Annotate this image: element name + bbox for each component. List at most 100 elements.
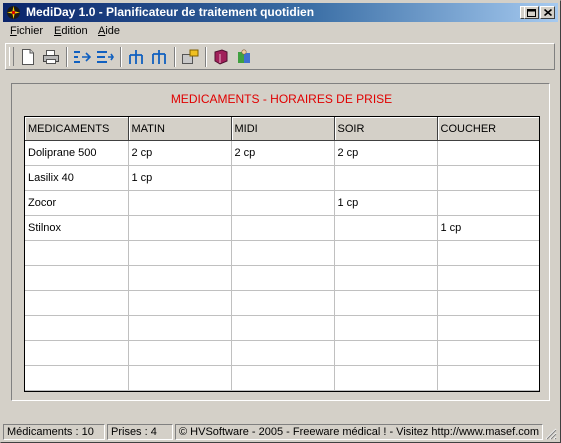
book-button[interactable] bbox=[211, 47, 231, 67]
menu-aide[interactable]: Aide bbox=[98, 25, 120, 37]
schema-up-button[interactable] bbox=[149, 47, 169, 67]
table-cell-soir[interactable] bbox=[334, 165, 438, 191]
table-cell-soir[interactable] bbox=[334, 340, 438, 366]
toolbar-grip[interactable] bbox=[9, 47, 14, 66]
table-cell-midi[interactable] bbox=[231, 190, 335, 216]
table-cell-midi[interactable] bbox=[231, 365, 335, 391]
table-cell-coucher[interactable] bbox=[437, 365, 539, 391]
table-cell-soir[interactable] bbox=[334, 365, 438, 391]
close-button[interactable] bbox=[540, 6, 555, 19]
table-cell-medicaments[interactable] bbox=[25, 265, 129, 291]
column-header-coucher[interactable]: COUCHER bbox=[437, 117, 539, 141]
table-cell-soir[interactable] bbox=[334, 215, 438, 241]
column-header-medicaments[interactable]: MEDICAMENTS bbox=[25, 117, 129, 141]
menu-edition[interactable]: Edition bbox=[54, 25, 88, 37]
schedule-table: MEDICAMENTS MATIN MIDI SOIR COUCHER Doli… bbox=[25, 117, 539, 391]
table-cell-matin[interactable] bbox=[128, 190, 232, 216]
table-cell-midi[interactable]: 2 cp bbox=[231, 140, 335, 166]
table-cell-midi[interactable] bbox=[231, 215, 335, 241]
status-copyright: © HVSoftware - 2005 - Freeware médical !… bbox=[175, 424, 543, 440]
indent-right-button[interactable] bbox=[95, 47, 115, 67]
table-cell-coucher[interactable] bbox=[437, 140, 539, 166]
new-document-icon bbox=[22, 49, 34, 65]
table-cell-medicaments[interactable] bbox=[25, 240, 129, 266]
table-cell-medicaments[interactable]: Zocor bbox=[25, 190, 129, 216]
table-row[interactable] bbox=[25, 340, 539, 366]
indent-right-icon bbox=[97, 51, 114, 63]
table-cell-coucher[interactable] bbox=[437, 240, 539, 266]
table-header-row: MEDICAMENTS MATIN MIDI SOIR COUCHER bbox=[25, 117, 539, 141]
table-cell-medicaments[interactable]: Lasilix 40 bbox=[25, 165, 129, 191]
table-cell-coucher[interactable] bbox=[437, 340, 539, 366]
column-header-midi[interactable]: MIDI bbox=[231, 117, 335, 141]
table-cell-matin[interactable]: 2 cp bbox=[128, 140, 232, 166]
status-prises-count: Prises : 4 bbox=[107, 424, 173, 440]
medication-schedule-grid[interactable]: MEDICAMENTS MATIN MIDI SOIR COUCHER Doli… bbox=[24, 116, 540, 392]
table-row[interactable] bbox=[25, 365, 539, 391]
close-icon bbox=[543, 9, 552, 16]
table-cell-matin[interactable] bbox=[128, 215, 232, 241]
table-cell-medicaments[interactable] bbox=[25, 315, 129, 341]
status-bar: Médicaments : 10 Prises : 4 © HVSoftware… bbox=[3, 424, 558, 441]
schema-down-button[interactable] bbox=[126, 47, 146, 67]
table-cell-matin[interactable] bbox=[128, 240, 232, 266]
table-cell-medicaments[interactable] bbox=[25, 365, 129, 391]
menu-fichier[interactable]: Fichier bbox=[10, 25, 43, 37]
table-cell-matin[interactable] bbox=[128, 340, 232, 366]
column-header-soir[interactable]: SOIR bbox=[334, 117, 438, 141]
doctor-icon bbox=[238, 49, 250, 63]
table-cell-matin[interactable] bbox=[128, 315, 232, 341]
table-cell-midi[interactable] bbox=[231, 265, 335, 291]
table-cell-matin[interactable] bbox=[128, 265, 232, 291]
export-button[interactable] bbox=[180, 47, 200, 67]
table-cell-midi[interactable] bbox=[231, 290, 335, 316]
toolbar bbox=[5, 43, 555, 70]
table-cell-soir[interactable] bbox=[334, 240, 438, 266]
table-cell-soir[interactable]: 1 cp bbox=[334, 190, 438, 216]
table-cell-soir[interactable] bbox=[334, 290, 438, 316]
table-cell-coucher[interactable] bbox=[437, 315, 539, 341]
maximize-button[interactable] bbox=[524, 6, 539, 19]
app-window: MediDay 1.0 - Planificateur de traitemen… bbox=[0, 0, 561, 443]
table-cell-matin[interactable]: 1 cp bbox=[128, 165, 232, 191]
table-cell-coucher[interactable] bbox=[437, 165, 539, 191]
toolbar-separator bbox=[66, 47, 68, 67]
table-row[interactable] bbox=[25, 240, 539, 266]
table-cell-soir[interactable] bbox=[334, 265, 438, 291]
table-cell-midi[interactable] bbox=[231, 240, 335, 266]
table-cell-coucher[interactable] bbox=[437, 265, 539, 291]
table-cell-matin[interactable] bbox=[128, 365, 232, 391]
table-cell-coucher[interactable] bbox=[437, 190, 539, 216]
table-cell-medicaments[interactable] bbox=[25, 290, 129, 316]
title-bar[interactable]: MediDay 1.0 - Planificateur de traitemen… bbox=[3, 3, 558, 22]
doctor-button[interactable] bbox=[234, 47, 254, 67]
status-medicaments-count: Médicaments : 10 bbox=[3, 424, 105, 440]
new-button[interactable] bbox=[18, 47, 38, 67]
table-row[interactable]: Zocor 1 cp bbox=[25, 190, 539, 216]
page-title: MEDICAMENTS - HORAIRES DE PRISE bbox=[170, 92, 393, 106]
table-cell-medicaments[interactable]: Stilnox bbox=[25, 215, 129, 241]
menu-bar: Fichier Edition Aide bbox=[3, 23, 558, 41]
table-cell-medicaments[interactable]: Doliprane 500 bbox=[25, 140, 129, 166]
print-button[interactable] bbox=[41, 47, 61, 67]
table-cell-soir[interactable]: 2 cp bbox=[334, 140, 438, 166]
table-row[interactable] bbox=[25, 290, 539, 316]
table-cell-matin[interactable] bbox=[128, 290, 232, 316]
indent-left-button[interactable] bbox=[72, 47, 92, 67]
table-cell-midi[interactable] bbox=[231, 315, 335, 341]
maximize-icon bbox=[527, 8, 536, 17]
table-cell-medicaments[interactable] bbox=[25, 340, 129, 366]
table-row[interactable] bbox=[25, 265, 539, 291]
table-row[interactable] bbox=[25, 315, 539, 341]
table-cell-coucher[interactable] bbox=[437, 290, 539, 316]
table-row[interactable]: Doliprane 500 2 cp 2 cp 2 cp bbox=[25, 140, 539, 166]
table-cell-soir[interactable] bbox=[334, 315, 438, 341]
table-row[interactable]: Stilnox 1 cp bbox=[25, 215, 539, 241]
table-cell-midi[interactable] bbox=[231, 165, 335, 191]
indent-left-icon bbox=[74, 51, 91, 63]
column-header-matin[interactable]: MATIN bbox=[128, 117, 232, 141]
table-row[interactable]: Lasilix 40 1 cp bbox=[25, 165, 539, 191]
table-cell-midi[interactable] bbox=[231, 340, 335, 366]
table-cell-coucher[interactable]: 1 cp bbox=[437, 215, 539, 241]
resize-grip-icon[interactable] bbox=[545, 428, 557, 440]
